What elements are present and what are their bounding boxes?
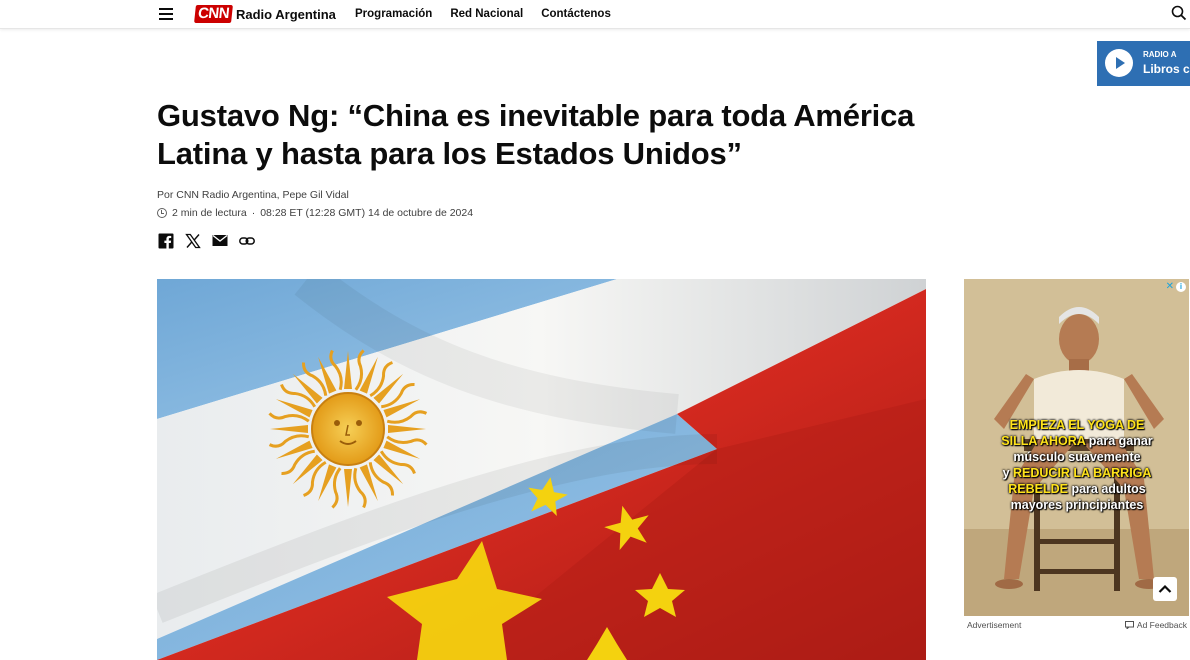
ad-line-4-highlight: REDUCIR LA BARRIGA xyxy=(1013,466,1152,480)
logo-text[interactable]: Radio Argentina xyxy=(236,7,336,22)
nav-contactenos[interactable]: Contáctenos xyxy=(541,8,611,20)
radio-widget-label: RADIO A xyxy=(1143,50,1177,59)
chevron-up-icon[interactable] xyxy=(1153,577,1177,601)
article-headline: Gustavo Ng: “China es inevitable para to… xyxy=(157,98,915,171)
flags-illustration xyxy=(157,279,926,660)
byline-prefix: Por xyxy=(157,189,177,201)
ad-feedback-label[interactable]: Ad Feedback xyxy=(1137,620,1187,630)
feedback-icon xyxy=(1124,621,1134,629)
advertisement-banner[interactable]: ✕ i EMPIEZA EL YOGA DE SILLA AHORA para … xyxy=(964,279,1189,616)
radio-widget-program: Libros c xyxy=(1143,62,1190,76)
article-byline: Por CNN Radio Argentina, Pepe Gil Vidal xyxy=(157,189,349,201)
site-header: CNN Radio Argentina Programación Red Nac… xyxy=(0,0,1190,29)
site-logo[interactable]: CNN Radio Argentina xyxy=(194,5,336,23)
link-icon[interactable] xyxy=(238,232,255,249)
ad-line-1: EMPIEZA EL YOGA DE xyxy=(1009,418,1145,432)
radio-player-widget[interactable]: RADIO A Libros c xyxy=(1097,41,1190,86)
ad-line-6: mayores principiantes xyxy=(1010,498,1144,512)
ad-footer: Advertisement Ad Feedback xyxy=(967,620,1187,630)
byline-authors[interactable]: CNN Radio Argentina, Pepe Gil Vidal xyxy=(176,189,349,201)
ad-choices-icon[interactable]: i xyxy=(1176,282,1186,292)
read-time: 2 min de lectura xyxy=(172,207,247,219)
nav-programacion[interactable]: Programación xyxy=(355,8,432,20)
advertisement-label: Advertisement xyxy=(967,620,1022,630)
publish-date: 08:28 ET (12:28 GMT) 14 de octubre de 20… xyxy=(260,207,474,219)
clock-icon xyxy=(157,208,167,218)
article-hero-image[interactable] xyxy=(157,279,926,660)
nav-red-nacional[interactable]: Red Nacional xyxy=(450,8,523,20)
ad-line-3: músculo suavemente xyxy=(1013,450,1141,464)
ad-line-2: para ganar xyxy=(1085,434,1153,448)
main-nav: Programación Red Nacional Contáctenos xyxy=(355,8,611,20)
timestamp-separator: · xyxy=(251,207,256,219)
share-bar xyxy=(157,232,255,249)
facebook-icon[interactable] xyxy=(157,232,174,249)
email-icon[interactable] xyxy=(211,232,228,249)
ad-close-icon[interactable]: ✕ xyxy=(1166,281,1174,292)
ad-line-5: para adultos xyxy=(1067,482,1146,496)
ad-line-5-highlight: REBELDE xyxy=(1008,482,1068,496)
play-icon[interactable] xyxy=(1105,49,1133,77)
ad-line-4-prefix: y xyxy=(1002,466,1013,480)
ad-feedback-link[interactable]: Ad Feedback xyxy=(1124,620,1187,630)
hamburger-menu-icon[interactable] xyxy=(157,6,175,22)
x-icon[interactable] xyxy=(184,232,201,249)
search-icon[interactable] xyxy=(1171,5,1187,21)
article-timestamp: 2 min de lectura · 08:28 ET (12:28 GMT) … xyxy=(157,207,473,219)
ad-copy: EMPIEZA EL YOGA DE SILLA AHORA para gana… xyxy=(982,417,1172,513)
cnn-logo[interactable]: CNN xyxy=(194,5,233,23)
ad-line-2-highlight: SILLA AHORA xyxy=(1001,434,1086,448)
